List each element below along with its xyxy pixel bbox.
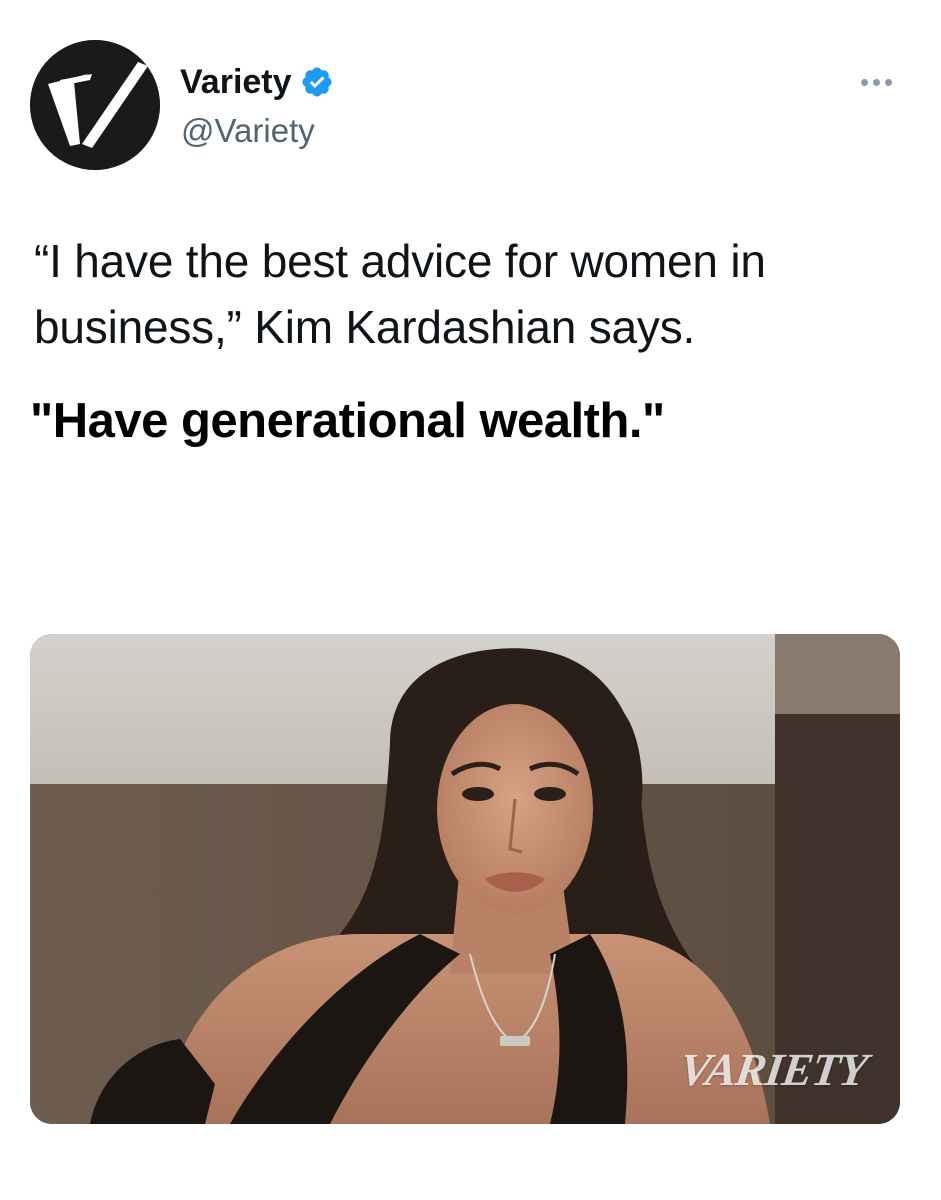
- tweet-text: “I have the best advice for women in bus…: [34, 235, 766, 353]
- more-dot: [884, 78, 892, 86]
- author-avatar[interactable]: [30, 40, 160, 170]
- variety-watermark: VARIETY: [675, 1044, 870, 1095]
- overlay-quote-text: "Have generational wealth.": [30, 394, 665, 448]
- author-display-name[interactable]: Variety: [180, 62, 292, 102]
- author-handle[interactable]: @Variety: [181, 111, 315, 151]
- tweet-media-image[interactable]: VARIETY: [30, 634, 900, 1124]
- more-dot: [872, 78, 880, 86]
- author-name-row[interactable]: Variety: [180, 62, 334, 102]
- tweet-screenshot: Variety @Variety “I have the best advice…: [0, 0, 941, 1200]
- variety-logo-icon: [30, 40, 160, 170]
- more-options-icon[interactable]: [856, 70, 896, 94]
- verified-badge-icon: [302, 67, 332, 97]
- more-dot: [860, 78, 868, 86]
